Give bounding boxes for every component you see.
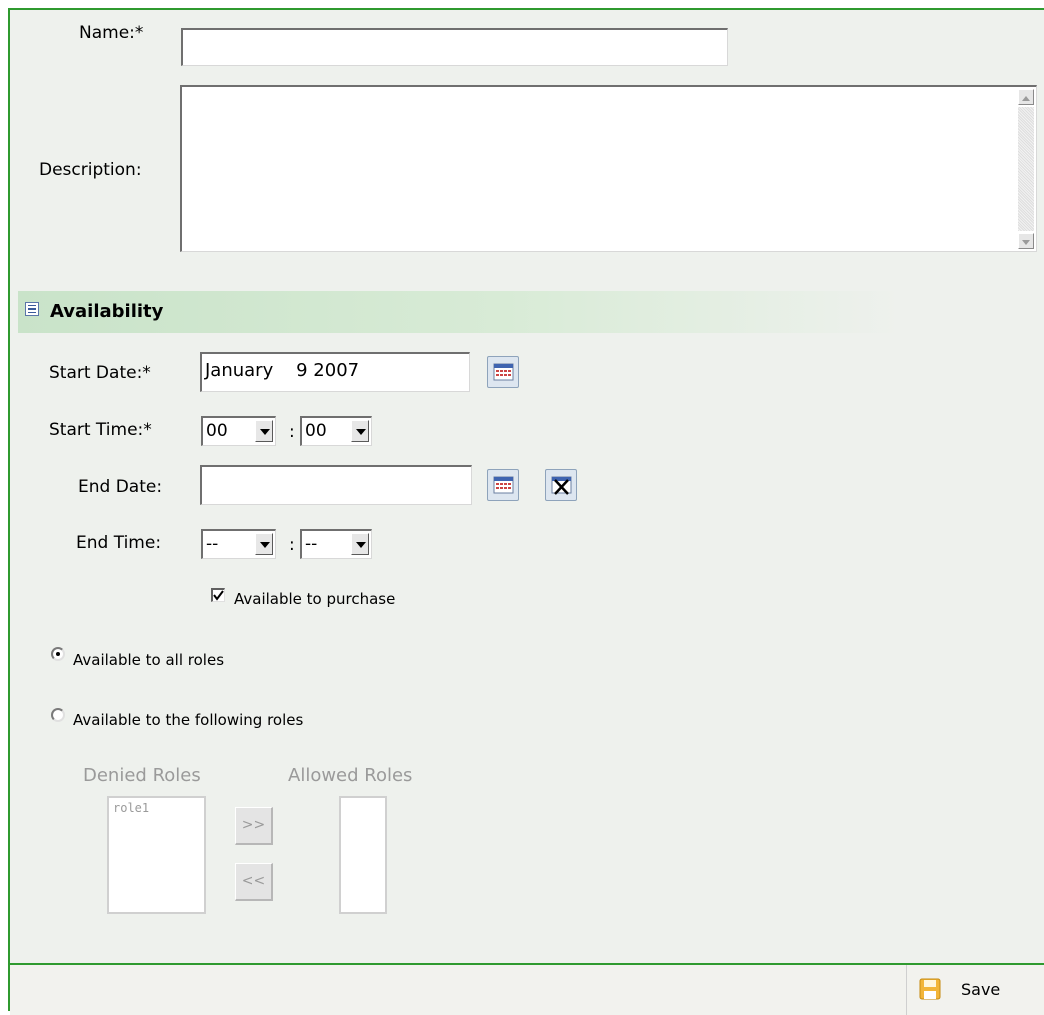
clear-end-date-button[interactable] <box>545 469 577 501</box>
move-right-button[interactable]: >> <box>235 807 273 845</box>
availability-section-header[interactable]: Availability <box>18 291 900 333</box>
name-input[interactable] <box>181 28 728 66</box>
start-minute-value: 00 <box>305 421 327 441</box>
chevron-down-icon[interactable] <box>255 420 273 442</box>
allowed-roles-list[interactable] <box>339 796 387 914</box>
description-textarea[interactable] <box>180 85 1037 252</box>
checkmark-icon <box>213 590 224 601</box>
end-date-value <box>202 473 205 494</box>
start-hour-value: 00 <box>206 421 228 441</box>
start-date-calendar-button[interactable] <box>487 356 519 388</box>
start-date-input[interactable]: January 9 2007 <box>200 352 470 392</box>
end-date-input[interactable] <box>200 465 472 505</box>
item-form-panel: Name:* Description: Availability Start D… <box>8 8 1044 1015</box>
availability-title: Availability <box>50 301 164 322</box>
save-label: Save <box>961 980 1001 999</box>
start-hour-select[interactable]: 00 <box>201 416 276 446</box>
end-time-label: End Time: <box>76 533 162 553</box>
scroll-down-arrow-icon[interactable] <box>1018 233 1034 249</box>
name-value <box>183 36 186 57</box>
calendar-icon <box>493 363 514 381</box>
start-time-label: Start Time:* <box>49 420 152 440</box>
clear-date-icon <box>551 476 572 495</box>
description-value <box>182 93 185 114</box>
allowed-roles-header: Allowed Roles <box>288 765 413 786</box>
end-date-calendar-button[interactable] <box>487 469 519 501</box>
denied-roles-list[interactable]: role1 <box>107 796 206 914</box>
all-roles-radio[interactable] <box>51 647 65 661</box>
floppy-disk-icon <box>919 978 941 1000</box>
chevron-down-icon[interactable] <box>351 420 369 442</box>
end-date-label: End Date: <box>78 477 163 497</box>
following-roles-radio[interactable] <box>51 708 65 722</box>
time-colon: : <box>289 422 295 442</box>
available-to-purchase-label: Available to purchase <box>234 590 396 608</box>
collapse-icon[interactable] <box>25 302 39 316</box>
scrollbar-track[interactable] <box>1018 107 1034 231</box>
following-roles-label: Available to the following roles <box>73 711 304 729</box>
end-minute-select[interactable]: -- <box>300 529 372 559</box>
start-date-value: January 9 2007 <box>205 360 360 381</box>
time-colon: : <box>289 535 295 555</box>
save-button[interactable]: Save <box>907 965 1044 1015</box>
chevron-down-icon[interactable] <box>255 533 273 555</box>
move-left-button[interactable]: << <box>235 863 273 901</box>
end-hour-select[interactable]: -- <box>201 529 276 559</box>
name-label: Name:* <box>79 23 144 43</box>
list-item[interactable]: role1 <box>109 798 204 815</box>
start-date-label: Start Date:* <box>49 363 151 383</box>
scroll-up-arrow-icon[interactable] <box>1018 89 1034 105</box>
end-hour-value: -- <box>206 534 219 554</box>
calendar-icon <box>493 476 514 494</box>
chevron-down-icon[interactable] <box>351 533 369 555</box>
denied-roles-header: Denied Roles <box>83 765 201 786</box>
all-roles-label: Available to all roles <box>73 651 225 669</box>
end-minute-value: -- <box>305 534 318 554</box>
available-to-purchase-checkbox[interactable] <box>211 588 225 602</box>
start-minute-select[interactable]: 00 <box>300 416 372 446</box>
form-footer: Save <box>10 963 1044 1015</box>
description-label: Description: <box>39 160 142 180</box>
